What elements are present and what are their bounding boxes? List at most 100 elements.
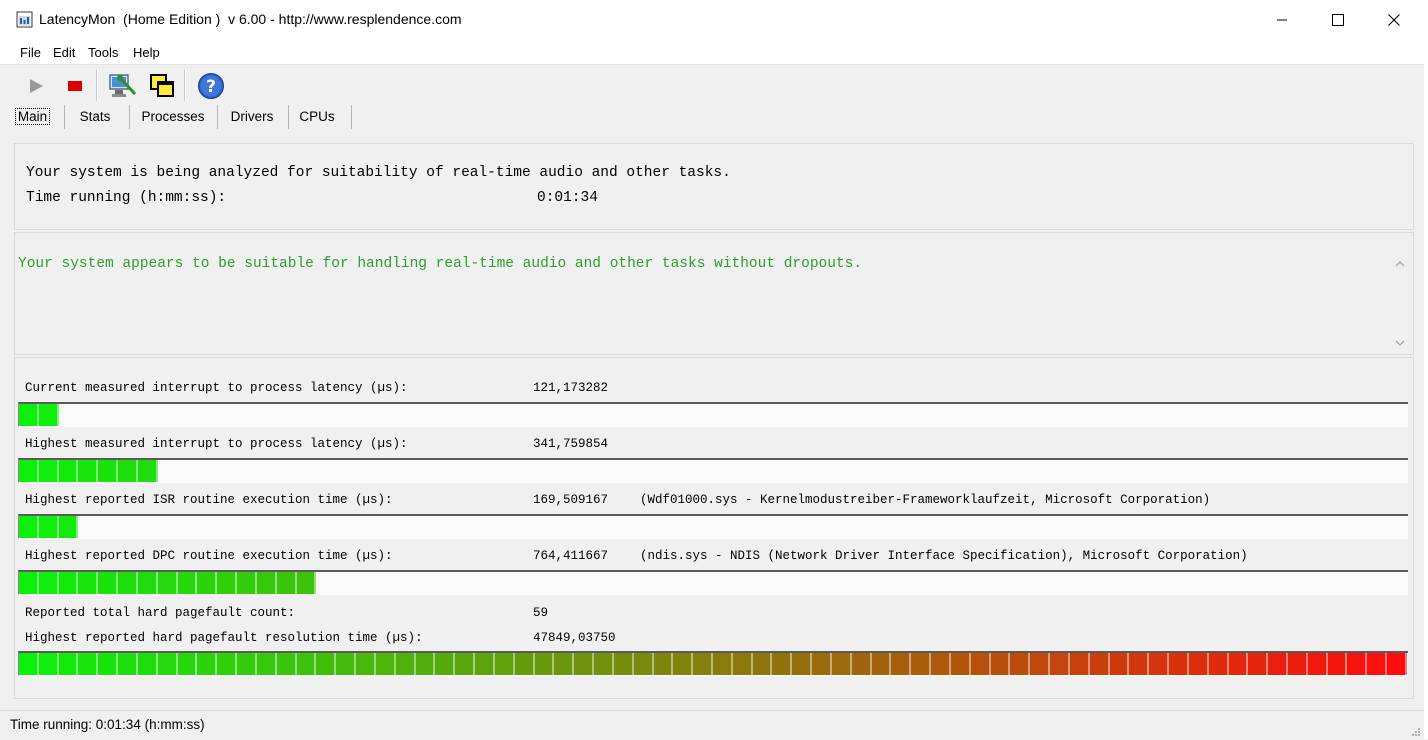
gauge-segment <box>970 653 991 675</box>
gauge-segment <box>693 653 713 675</box>
gauge-segment <box>574 653 595 675</box>
minimize-icon <box>1277 19 1287 21</box>
scroll-up-arrow-icon[interactable] <box>1392 256 1408 272</box>
tab-separator <box>288 105 289 129</box>
gauge-segment <box>197 572 218 594</box>
gauge-segment <box>1288 653 1308 675</box>
tab-bar: Main Stats Processes Drivers CPUs <box>0 103 1428 131</box>
metric-detail: (Wdf01000.sys - Kernelmodustreiber-Frame… <box>640 493 1211 507</box>
gauge-segment <box>772 653 793 675</box>
toolbar-separator <box>96 69 98 101</box>
gauge-segment <box>78 460 99 482</box>
gauge-segment <box>58 460 79 482</box>
tab-drivers-label: Drivers <box>230 108 274 124</box>
gauge-segment <box>1327 653 1348 675</box>
gauge-segment <box>594 653 614 675</box>
gauge-segment <box>177 653 198 675</box>
title-bar: LatencyMon (Home Edition ) v 6.00 - http… <box>0 0 1428 40</box>
stop-button[interactable] <box>59 70 91 102</box>
help-button[interactable]: ? <box>195 70 227 102</box>
gauge-segment <box>494 653 515 675</box>
gauge-segment <box>38 516 59 538</box>
gauge-segment <box>812 653 832 675</box>
gauge-segment <box>752 653 773 675</box>
tab-drivers[interactable]: Drivers <box>219 103 285 129</box>
gauge-segment <box>137 572 158 594</box>
gauge-segment <box>356 653 376 675</box>
status-bar: Time running: 0:01:34 (h:mm:ss) <box>0 710 1424 740</box>
scroll-down-arrow-icon[interactable] <box>1392 335 1408 351</box>
menu-help[interactable]: Help <box>133 45 160 60</box>
system-scan-button[interactable] <box>107 70 139 102</box>
gauge-segment <box>217 572 238 594</box>
gauge-segment <box>276 653 297 675</box>
minimize-button[interactable] <box>1254 0 1310 40</box>
menu-tools[interactable]: Tools <box>88 45 118 60</box>
gauge-segment <box>38 460 59 482</box>
close-icon <box>1388 14 1400 26</box>
play-button[interactable] <box>20 70 52 102</box>
gauge-segment <box>1347 653 1368 675</box>
gauge-segment <box>118 460 138 482</box>
windows-button[interactable] <box>146 70 178 102</box>
resize-grip-icon[interactable] <box>1410 726 1420 736</box>
gauge-segment <box>256 653 277 675</box>
gauge-segment <box>673 653 694 675</box>
gauge-segment <box>1268 653 1288 675</box>
gauge-segment <box>911 653 932 675</box>
metric-label: Reported total hard pagefault count: <box>25 606 296 620</box>
gauge-segment <box>1109 653 1130 675</box>
gauge-segment <box>653 653 674 675</box>
tab-stats[interactable]: Stats <box>66 103 124 129</box>
gauge-segment <box>58 572 79 594</box>
tab-processes-label: Processes <box>141 108 205 124</box>
gauge-segment <box>78 572 99 594</box>
tab-cpus-label: CPUs <box>299 108 335 124</box>
tab-cpus[interactable]: CPUs <box>290 103 344 129</box>
gauge-segment <box>296 572 317 594</box>
metric-detail: (ndis.sys - NDIS (Network Driver Interfa… <box>640 549 1248 563</box>
gauge-segment <box>950 653 971 675</box>
gauge-fill <box>19 516 79 538</box>
gauge-segment <box>931 653 951 675</box>
gauge-segment <box>1307 653 1328 675</box>
toolbar: ? <box>0 65 1428 103</box>
gauge-segment <box>435 653 456 675</box>
menu-edit[interactable]: Edit <box>53 45 75 60</box>
gauge-segment <box>990 653 1011 675</box>
gauge-segment <box>1050 653 1070 675</box>
gauge-fill <box>19 653 1407 675</box>
menu-file[interactable]: File <box>20 45 41 60</box>
gauge-segment <box>137 460 158 482</box>
latency-gauge <box>18 651 1408 676</box>
metric-value: 169,509167 <box>533 493 609 507</box>
gauge-segment <box>237 572 257 594</box>
gauge-segment <box>613 653 634 675</box>
gauge-segment <box>1228 653 1249 675</box>
gauge-segment <box>276 572 297 594</box>
latency-gauge <box>18 402 1408 427</box>
analysis-text: Your system is being analyzed for suitab… <box>26 165 731 181</box>
gauge-segment <box>19 653 39 675</box>
gauge-segment <box>98 572 119 594</box>
latency-gauge <box>18 514 1408 539</box>
gauge-segment <box>98 460 119 482</box>
maximize-icon <box>1332 14 1344 26</box>
gauge-segment <box>1208 653 1229 675</box>
app-icon <box>16 11 33 28</box>
windows-icon <box>150 74 174 97</box>
gauge-segment <box>38 653 59 675</box>
maximize-button[interactable] <box>1310 0 1366 40</box>
gauge-segment <box>157 653 178 675</box>
gauge-segment <box>58 516 79 538</box>
gauge-segment <box>38 404 59 426</box>
gauge-segment <box>514 653 535 675</box>
tab-main[interactable]: Main <box>6 103 59 129</box>
gauge-segment <box>177 572 198 594</box>
gauge-segment <box>455 653 476 675</box>
close-button[interactable] <box>1366 0 1422 40</box>
gauge-segment <box>296 653 317 675</box>
tab-processes[interactable]: Processes <box>131 103 215 129</box>
time-running-value: 0:01:34 <box>537 190 598 206</box>
gauge-segment <box>732 653 753 675</box>
